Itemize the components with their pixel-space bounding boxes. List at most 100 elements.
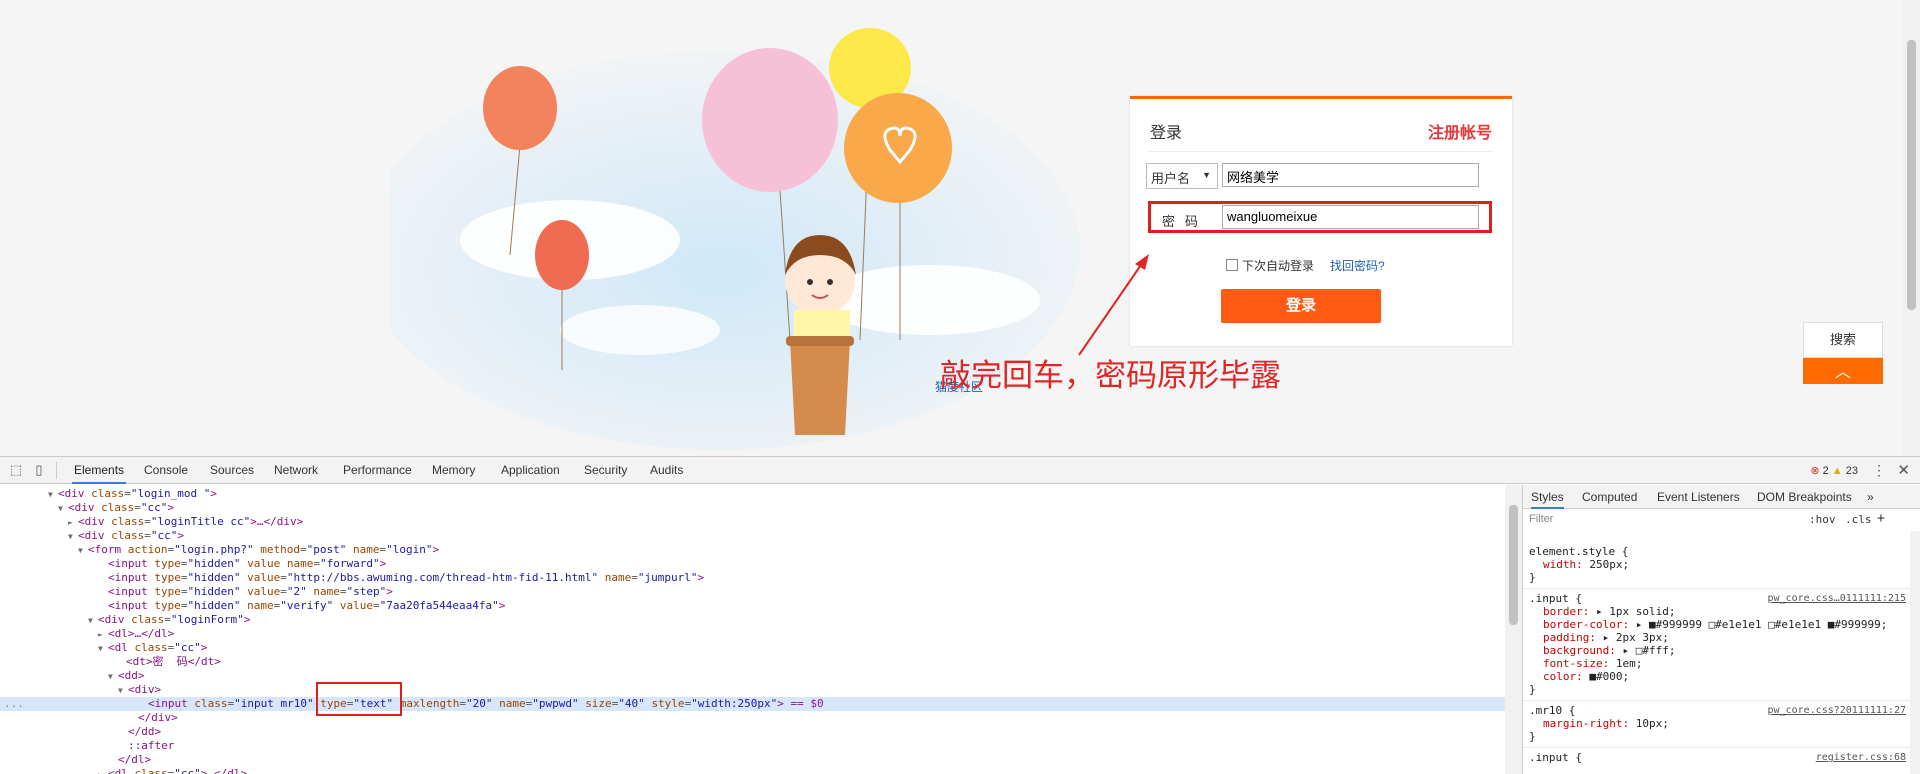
hover-state-toggle[interactable]: :hov: [1809, 513, 1836, 526]
dom-node[interactable]: <input type="hidden" name="verify" value…: [0, 599, 1505, 613]
type-attribute-highlight-box: [316, 682, 402, 716]
tab-sources[interactable]: Sources: [208, 457, 256, 484]
close-icon[interactable]: ✕: [1897, 461, 1910, 479]
user-type-select[interactable]: 用户名 ▼: [1146, 163, 1218, 189]
css-property[interactable]: border: ▸ 1px solid;: [1543, 605, 1675, 618]
rule-divider: [1523, 747, 1911, 748]
side-search-button[interactable]: 搜索: [1803, 322, 1883, 358]
dom-node[interactable]: <input type="hidden" value="http://bbs.a…: [0, 571, 1505, 585]
dom-node[interactable]: ▼ <div class="cc">: [0, 501, 1505, 515]
more-options-icon[interactable]: ⋮: [1872, 462, 1886, 479]
error-count: 2: [1822, 465, 1829, 477]
css-property[interactable]: padding: ▸ 2px 3px;: [1543, 631, 1669, 644]
dom-node[interactable]: ▼ <div class="loginForm">: [0, 613, 1505, 627]
dom-node[interactable]: ►<dl class="cc">…</dl>: [0, 767, 1505, 774]
dom-node[interactable]: ▼ <div>: [0, 683, 1505, 697]
tab-event-listeners[interactable]: Event Listeners: [1657, 485, 1740, 509]
inspect-element-icon[interactable]: ⬚: [9, 463, 23, 477]
dom-node[interactable]: ▼ <form action="login.php?" method="post"…: [0, 543, 1505, 557]
password-label: 密码: [1162, 214, 1209, 229]
rule-selector[interactable]: .input {: [1529, 751, 1582, 764]
dom-node[interactable]: <dt>密 码</dt>: [0, 655, 1505, 669]
error-warning-counter[interactable]: ⊗ 2 ▲ 23: [1810, 464, 1858, 477]
more-tabs-icon[interactable]: »: [1867, 485, 1874, 509]
rule-selector[interactable]: element.style {: [1529, 545, 1628, 558]
forgot-password-link[interactable]: 找回密码?: [1330, 257, 1385, 274]
web-page: 登录 注册帐号 用户名 ▼ 网络美学 密码 wangluomeixue 下次自动…: [0, 0, 1920, 456]
new-rule-icon[interactable]: +: [1877, 511, 1885, 526]
tab-memory[interactable]: Memory: [430, 457, 477, 484]
chevron-up-icon: ︿: [1834, 364, 1851, 381]
dom-node[interactable]: ▼ <dd>: [0, 669, 1505, 683]
dom-node[interactable]: </div>: [0, 711, 1505, 725]
tab-audits[interactable]: Audits: [648, 457, 685, 484]
tab-console[interactable]: Console: [142, 457, 190, 484]
devtools-toolbar: ⬚ ▯ Elements Console Sources Network Per…: [0, 457, 1920, 484]
user-type-label: 用户名: [1151, 171, 1191, 186]
more-actions-icon[interactable]: ...: [4, 697, 24, 711]
dropdown-arrow-icon: ▼: [1202, 170, 1211, 180]
tab-performance[interactable]: Performance: [341, 457, 414, 484]
css-property[interactable]: background: ▸ □#fff;: [1543, 644, 1675, 657]
tab-application[interactable]: Application: [499, 457, 562, 484]
dom-node[interactable]: ::after: [0, 739, 1505, 753]
rule-source-link[interactable]: pw_core.css…0111111:215: [1768, 592, 1906, 605]
login-title: 登录: [1150, 125, 1183, 142]
dom-node[interactable]: ► <dl>…</dl>: [0, 627, 1505, 641]
device-toolbar-icon[interactable]: ▯: [32, 463, 46, 477]
tab-dom-breakpoints[interactable]: DOM Breakpoints: [1757, 485, 1852, 509]
annotation-arrow-icon: [1078, 254, 1149, 356]
rule-close-brace: }: [1529, 683, 1536, 696]
tab-styles[interactable]: Styles: [1531, 485, 1564, 509]
dom-scrollbar-thumb[interactable]: [1509, 505, 1518, 625]
css-property[interactable]: margin-right: 10px;: [1543, 717, 1669, 730]
styles-scrollbar[interactable]: [1910, 531, 1920, 774]
page-scrollbar-thumb[interactable]: [1907, 40, 1916, 310]
dom-node[interactable]: ▼ <div class="login_mod ">: [0, 487, 1505, 501]
styles-pane: Styles Computed Event Listeners DOM Brea…: [1522, 485, 1920, 774]
page-scrollbar[interactable]: [1903, 0, 1920, 456]
auto-login-label: 下次自动登录: [1242, 259, 1315, 273]
annotation-caption: 敲完回车，密码原形毕露: [940, 358, 1281, 394]
css-property[interactable]: border-color: ▸ ■#999999 □#e1e1e1 □#e1e1…: [1543, 618, 1887, 631]
login-button[interactable]: 登录: [1221, 289, 1381, 323]
dom-node[interactable]: ► <div class="loginTitle cc">…</div>: [0, 515, 1505, 529]
dom-node[interactable]: <input type="hidden" value name="forward…: [0, 557, 1505, 571]
rule-divider: [1523, 700, 1911, 701]
rule-close-brace: }: [1529, 571, 1536, 584]
rule-divider: [1523, 588, 1911, 589]
css-property[interactable]: width: 250px;: [1543, 558, 1629, 571]
css-property[interactable]: font-size: 1em;: [1543, 657, 1642, 670]
login-panel: 登录 注册帐号 用户名 ▼ 网络美学 密码 wangluomeixue 下次自动…: [1130, 96, 1512, 346]
auto-login-checkbox[interactable]: [1226, 259, 1238, 271]
error-icon: ⊗: [1810, 465, 1820, 477]
dom-node[interactable]: </dl>: [0, 753, 1505, 767]
warning-count: 23: [1845, 465, 1858, 477]
rule-source-link[interactable]: register.css:68: [1816, 751, 1906, 764]
register-link[interactable]: 注册帐号: [1428, 119, 1492, 143]
dom-node[interactable]: </dd>: [0, 725, 1505, 739]
dom-node[interactable]: ▼ <div class="cc">: [0, 529, 1505, 543]
username-input[interactable]: 网络美学: [1222, 163, 1479, 187]
back-to-top-button[interactable]: ︿: [1803, 358, 1883, 384]
rule-source-link[interactable]: pw_core.css?20111111:27: [1768, 704, 1906, 717]
dom-node[interactable]: <input type="hidden" value="2" name="ste…: [0, 585, 1505, 599]
styles-filter-input[interactable]: Filter: [1529, 513, 1553, 525]
dom-tree: ▼ <div class="login_mod "> ▼ <div class="cc…: [0, 485, 1505, 774]
tab-security[interactable]: Security: [582, 457, 629, 484]
dom-node-selected[interactable]: <input class="input mr10" type="text" ma…: [0, 697, 1505, 711]
styles-tabs: Styles Computed Event Listeners DOM Brea…: [1523, 485, 1920, 509]
dom-node[interactable]: ▼ <dl class="cc">: [0, 641, 1505, 655]
rule-selector[interactable]: .input {: [1529, 592, 1582, 605]
tab-network[interactable]: Network: [272, 457, 320, 484]
toolbar-divider: [56, 462, 57, 479]
dom-scrollbar[interactable]: [1505, 485, 1522, 774]
class-toggle[interactable]: .cls: [1845, 513, 1872, 526]
rule-selector[interactable]: .mr10 {: [1529, 704, 1575, 717]
tab-computed[interactable]: Computed: [1582, 485, 1637, 509]
css-property[interactable]: color: ■#000;: [1543, 670, 1629, 683]
tab-elements[interactable]: Elements: [72, 457, 127, 484]
devtools-panel: ⬚ ▯ Elements Console Sources Network Per…: [0, 456, 1920, 774]
password-input[interactable]: wangluomeixue: [1222, 205, 1479, 229]
warning-icon: ▲: [1831, 465, 1843, 477]
